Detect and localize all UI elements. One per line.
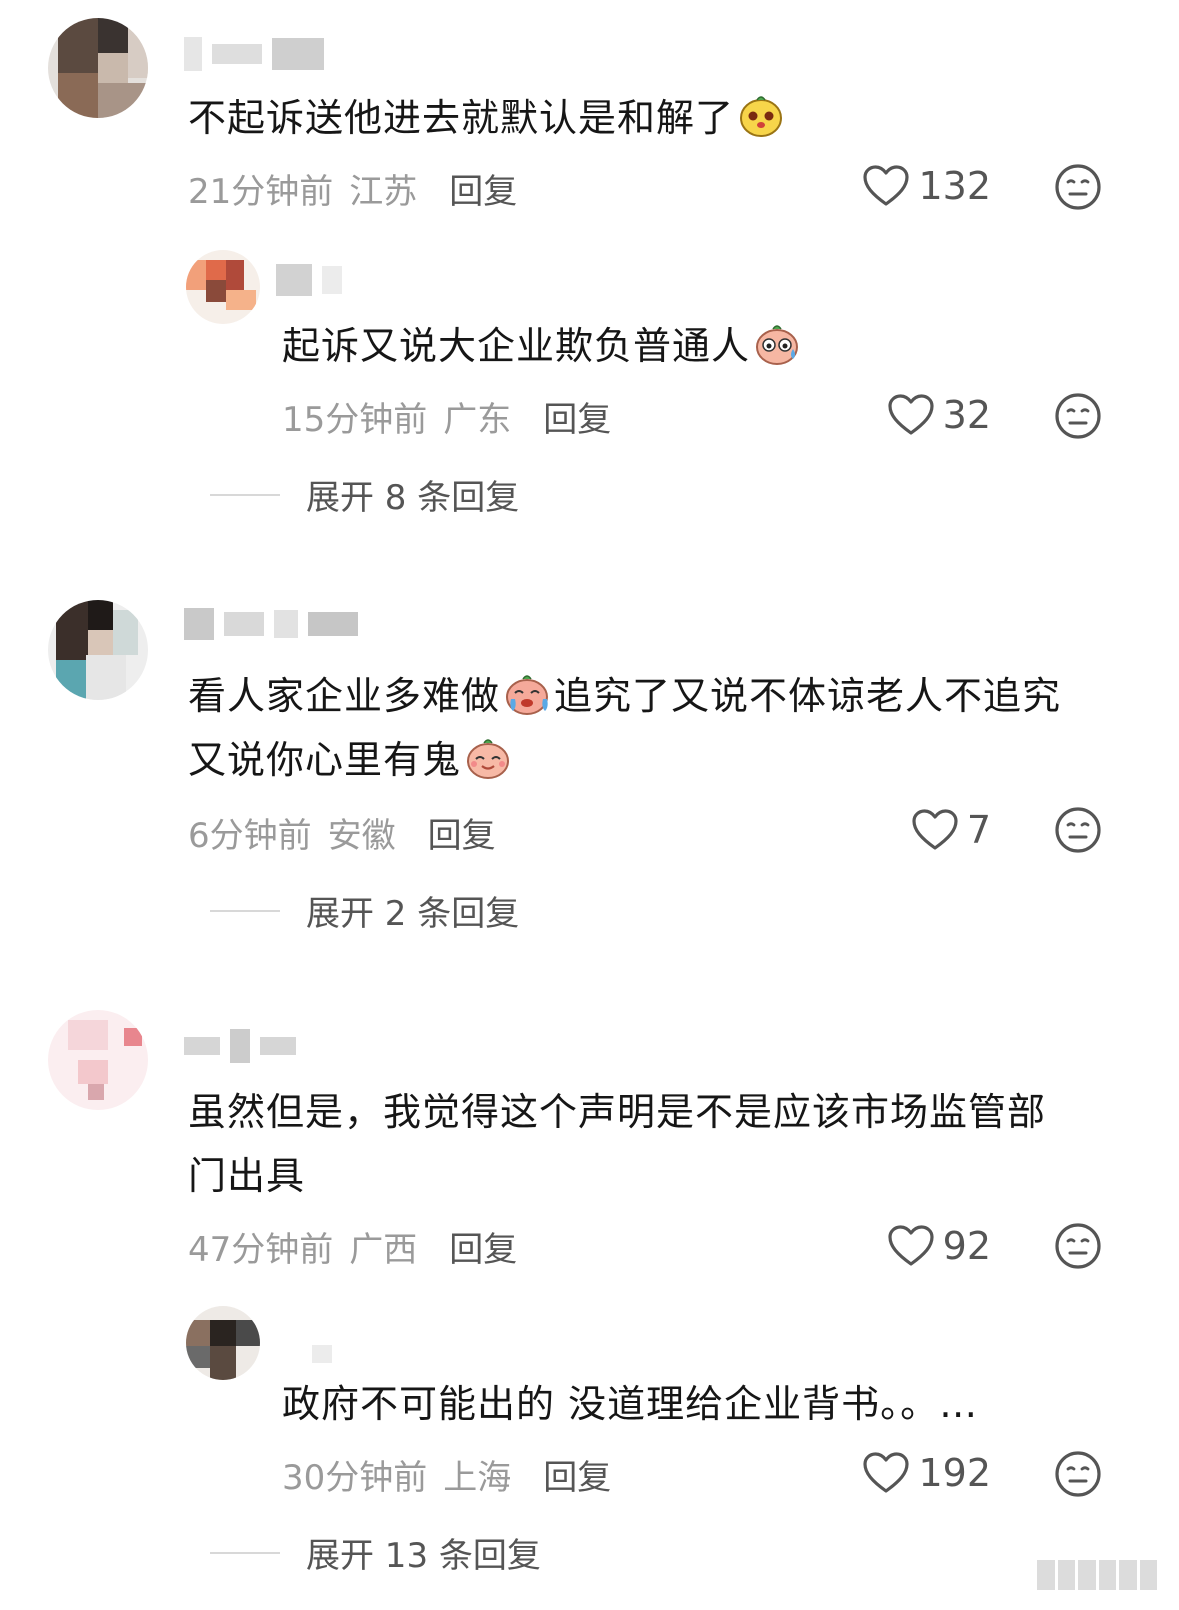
reply-button[interactable]: 回复 xyxy=(449,164,517,213)
divider-line xyxy=(210,493,280,496)
like-button[interactable]: 7 xyxy=(911,808,991,852)
heart-outline-icon xyxy=(862,164,910,208)
sweat-face-emoji xyxy=(756,325,799,365)
reply-text: 起诉又说大企业欺负普通人 xyxy=(282,314,804,378)
like-button[interactable]: 132 xyxy=(862,164,991,208)
timestamp: 47分钟前 xyxy=(188,1230,334,1270)
heart-outline-icon xyxy=(887,393,935,437)
meh-face-icon[interactable] xyxy=(1054,1450,1102,1498)
comment-meta: 21分钟前 江苏 回复 xyxy=(188,164,517,213)
reply-button[interactable]: 回复 xyxy=(543,1450,611,1499)
avatar[interactable] xyxy=(48,600,148,700)
expand-replies-button[interactable]: 展开 8 条回复 xyxy=(210,470,519,519)
username-blurred[interactable] xyxy=(276,262,342,298)
reply-button[interactable]: 回复 xyxy=(543,392,611,441)
like-button[interactable]: 92 xyxy=(887,1224,991,1268)
yellow-face-emoji xyxy=(740,96,783,137)
expand-replies-button[interactable]: 展开 2 条回复 xyxy=(210,886,519,935)
meh-face-icon[interactable] xyxy=(1054,806,1102,854)
location: 江苏 xyxy=(349,172,418,212)
like-count: 192 xyxy=(918,1451,991,1495)
heart-outline-icon xyxy=(887,1224,935,1268)
timestamp: 6分钟前 xyxy=(188,816,312,856)
comment-text: 看人家企业多难做 追究了又说不体谅老人不追究 又说你心里有鬼 xyxy=(188,664,1118,792)
reply-button[interactable]: 回复 xyxy=(449,1222,517,1271)
comment-text: 虽然但是，我觉得这个声明是不是应该市场监管部 门出具 xyxy=(188,1090,1047,1198)
location: 广西 xyxy=(349,1230,418,1270)
heart-outline-icon xyxy=(862,1451,910,1495)
reply-meta: 15分钟前 广东 回复 xyxy=(282,392,611,441)
timestamp: 15分钟前 xyxy=(282,400,428,440)
like-count: 32 xyxy=(942,393,991,437)
location: 广东 xyxy=(443,400,512,440)
location: 上海 xyxy=(443,1458,512,1498)
avatar[interactable] xyxy=(48,1010,148,1110)
like-count: 132 xyxy=(918,164,991,208)
reply-button[interactable]: 回复 xyxy=(428,808,496,857)
comment-text: 不起诉送他进去就默认是和解了 xyxy=(188,86,788,150)
like-button[interactable]: 192 xyxy=(862,1451,991,1495)
divider-line xyxy=(210,1551,280,1554)
divider-line xyxy=(210,909,280,912)
username-blurred[interactable] xyxy=(184,36,324,72)
like-button[interactable]: 32 xyxy=(887,393,991,437)
location: 安徽 xyxy=(327,816,396,856)
avatar[interactable] xyxy=(186,1306,260,1380)
meh-face-icon[interactable] xyxy=(1054,1222,1102,1270)
meh-face-icon[interactable] xyxy=(1054,392,1102,440)
avatar[interactable] xyxy=(48,18,148,118)
avatar[interactable] xyxy=(186,250,260,324)
crying-face-emoji xyxy=(506,675,549,715)
like-count: 92 xyxy=(942,1224,991,1268)
watermark xyxy=(1037,1560,1157,1590)
username-blurred[interactable] xyxy=(312,1336,332,1372)
reply-meta: 30分钟前 上海 回复 xyxy=(282,1450,611,1499)
meh-face-icon[interactable] xyxy=(1054,163,1102,211)
comment-meta: 6分钟前 安徽 回复 xyxy=(188,808,496,857)
reply-text: 政府不可能出的 没道理给企业背书。。… xyxy=(282,1382,979,1426)
comment-meta: 47分钟前 广西 回复 xyxy=(188,1222,517,1271)
username-blurred[interactable] xyxy=(184,1028,296,1064)
timestamp: 21分钟前 xyxy=(188,172,334,212)
expand-replies-button[interactable]: 展开 13 条回复 xyxy=(210,1528,541,1577)
timestamp: 30分钟前 xyxy=(282,1458,428,1498)
username-blurred[interactable] xyxy=(184,606,358,642)
heart-outline-icon xyxy=(911,808,959,852)
smiling-face-emoji xyxy=(467,739,510,779)
like-count: 7 xyxy=(966,808,991,852)
